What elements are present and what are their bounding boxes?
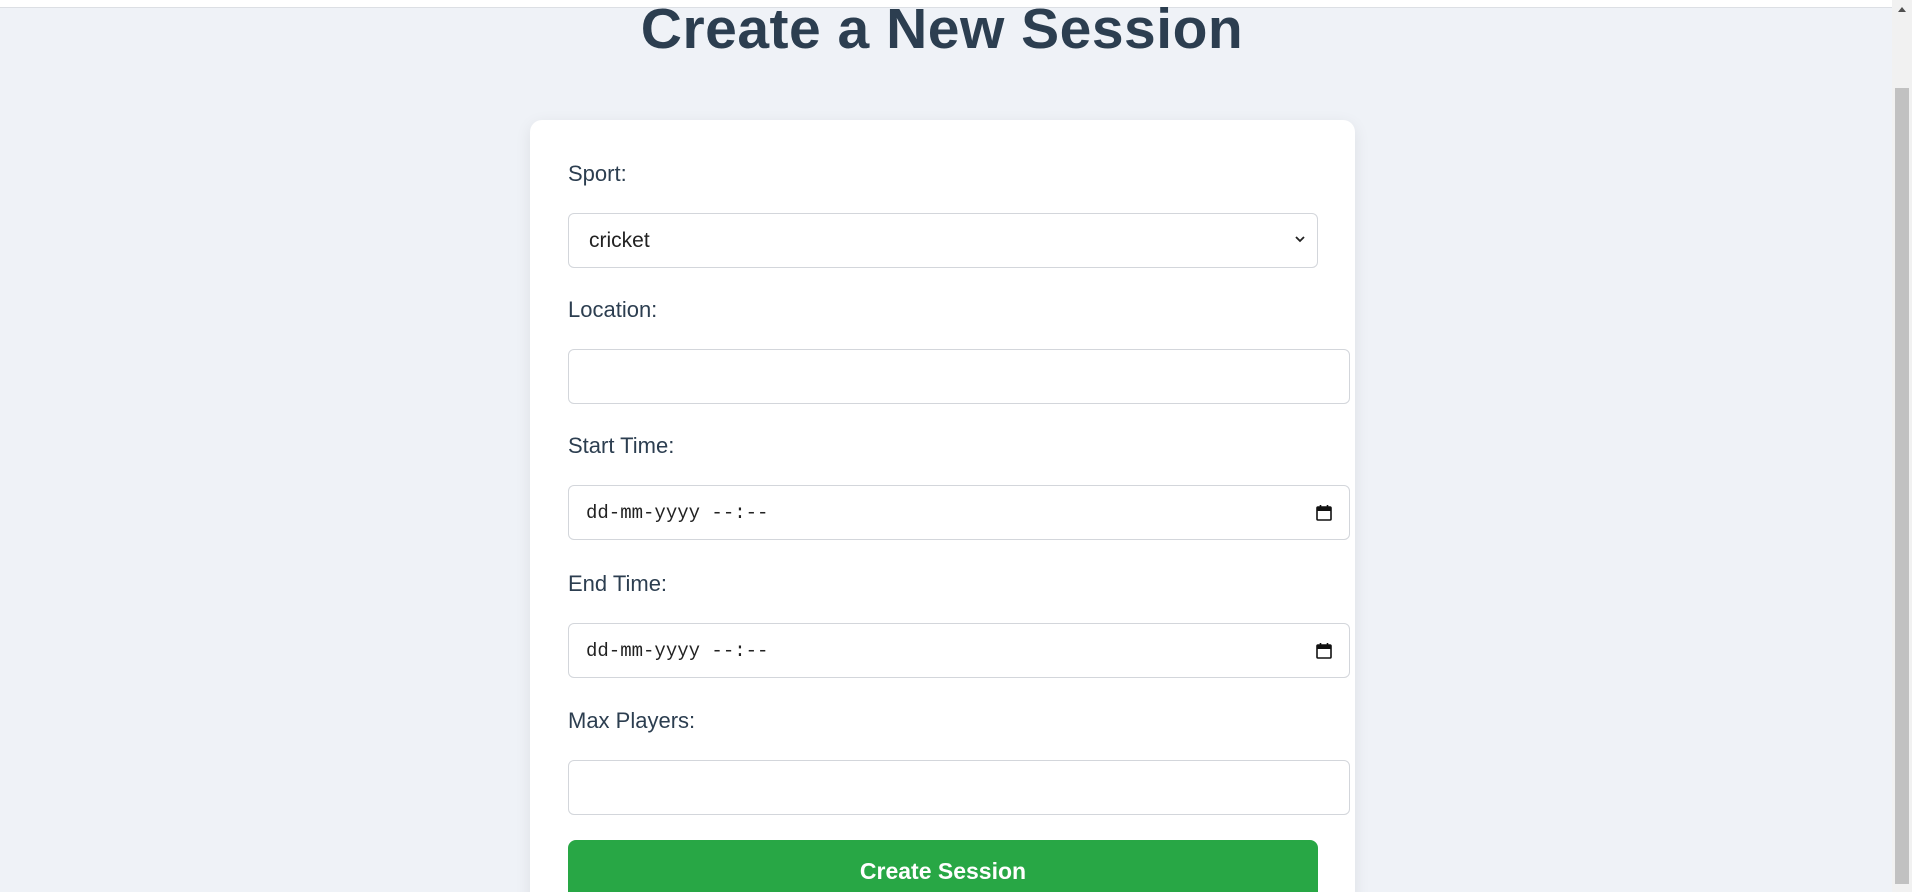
- start-time-value: dd-mm-yyyy --:--: [586, 502, 769, 524]
- vertical-scrollbar[interactable]: [1892, 0, 1912, 892]
- location-input[interactable]: [568, 349, 1350, 404]
- scrollbar-thumb[interactable]: [1895, 88, 1909, 884]
- page: Create a New Session Sport: cricket Loca…: [0, 0, 1912, 892]
- calendar-icon[interactable]: [1315, 642, 1333, 660]
- sport-select[interactable]: cricket: [568, 213, 1318, 268]
- max-players-label: Max Players:: [568, 708, 696, 733]
- start-time-input[interactable]: dd-mm-yyyy --:--: [568, 485, 1350, 540]
- sport-select-value: cricket: [589, 229, 650, 252]
- end-time-value: dd-mm-yyyy --:--: [586, 640, 769, 662]
- calendar-icon[interactable]: [1315, 504, 1333, 522]
- scroll-up-arrow-icon[interactable]: [1892, 0, 1912, 20]
- chevron-down-icon: [1295, 236, 1305, 243]
- create-session-button[interactable]: Create Session: [568, 840, 1318, 892]
- end-time-label: End Time:: [568, 571, 668, 596]
- sport-label: Sport:: [568, 161, 627, 186]
- start-time-label: Start Time:: [568, 433, 675, 458]
- page-title: Create a New Session: [640, 0, 1244, 61]
- max-players-input[interactable]: [568, 760, 1350, 815]
- location-label: Location:: [568, 297, 658, 322]
- end-time-input[interactable]: dd-mm-yyyy --:--: [568, 623, 1350, 678]
